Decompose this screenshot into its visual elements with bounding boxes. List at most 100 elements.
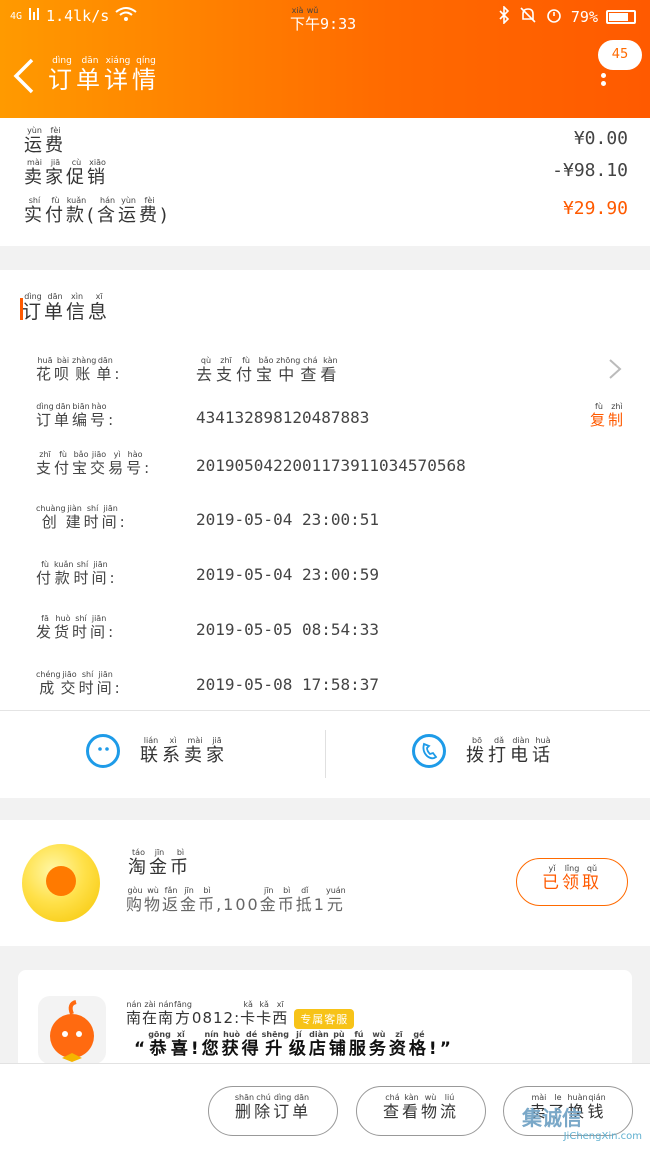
ruby-char: 打dǎ (488, 735, 510, 766)
app-header: 4G 1.4lk/s 下xià午wǔ9:33 79% 订dìng单dān详xiá… (0, 0, 650, 118)
ruby-char: 订dìng (36, 402, 55, 429)
ruby-char: 除chú (254, 1093, 274, 1121)
ruby-char: 信xìn (66, 292, 89, 323)
phone-icon (412, 734, 446, 768)
ruby-char: : (144, 459, 153, 477)
battery-icon (606, 10, 636, 24)
more-menu-icon[interactable] (601, 70, 611, 89)
ruby-char: 恭gōng (148, 1030, 171, 1059)
shop-message: “恭gōng喜xǐ!您nín获huò得dé升shēng级jí店diàn铺pù服f… (134, 1030, 454, 1059)
ruby-char: 南nán (126, 1000, 143, 1027)
claimed-button[interactable]: 已yǐ领lǐng取qǔ (516, 858, 628, 906)
ruby-char: 息xī (88, 292, 111, 323)
ruby-char: 卡kǎ (240, 1000, 257, 1027)
chevron-right-icon[interactable] (608, 358, 622, 380)
ruby-char: 资zī (388, 1030, 409, 1059)
ruby-char: 下xià (290, 6, 306, 33)
ruby-char: 电diàn (510, 735, 532, 766)
contact-seller-label: 联lián系xì卖mài家jiā (140, 736, 228, 767)
ruby-char: 淘táo (128, 848, 149, 878)
chevron-left-icon (13, 58, 34, 94)
ruby-char: 单dān (44, 292, 67, 323)
ruby-char: 元yuán (325, 886, 346, 914)
ruby-char: 间jiān (96, 670, 115, 697)
exclusive-service-tag: 专属客服 (294, 1008, 355, 1029)
huabei-bill-label: 花huā呗bài账zhàng单dān: (36, 356, 122, 384)
seller-promo-value: -¥98.10 (552, 160, 628, 181)
ruby-char: 款kuǎn (66, 196, 87, 226)
ruby-char: 服fú (348, 1030, 369, 1059)
status-time: 下xià午wǔ9:33 (290, 6, 357, 33)
shop-avatar (38, 996, 106, 1064)
ruby-char: 单dān (292, 1093, 312, 1121)
shipped-time-label: 发fā货huò时shí间jiān: (36, 614, 116, 642)
ruby-char: 款kuǎn (54, 560, 74, 587)
ruby-char: 购gòu (126, 886, 145, 914)
contact-seller-button[interactable]: 联lián系xì卖mài家jiā (86, 734, 228, 768)
ruby-char: 西xī (272, 1000, 289, 1027)
ruby-char: ” (439, 1039, 454, 1059)
ruby-char: 流liú (440, 1093, 460, 1121)
ruby-char: 订dìng (48, 56, 76, 94)
ruby-char: 级jí (288, 1030, 309, 1059)
ruby-char: 花huā (36, 356, 55, 383)
ruby-char: ( (87, 205, 98, 226)
message-count-badge[interactable]: 45 (598, 40, 642, 70)
ruby-char: 喜xǐ (170, 1030, 191, 1059)
ruby-char: : (119, 513, 128, 531)
ruby-char: 查chá (300, 356, 321, 384)
call-phone-label: 拨bō打dǎ电diàn话huà (466, 736, 554, 767)
delete-order-button[interactable]: 删shān除chú订dìng单dān (208, 1086, 338, 1136)
ruby-char: 物wù (421, 1093, 441, 1121)
ruby-char: 金jīn (180, 886, 199, 914)
seller-promo-label: 卖mài家jiā促cù销xiāo (24, 158, 108, 189)
signal-icon (28, 6, 40, 26)
net-speed: 1.4lk/s (46, 7, 110, 25)
ruby-char: 单dān (96, 356, 115, 383)
ruby-char: 间jiān (101, 504, 120, 531)
view-logistics-button[interactable]: 查chá看kàn物wù流liú (356, 1086, 486, 1136)
copy-order-number-button[interactable]: 复fù制zhì (590, 402, 626, 430)
ruby-char: 抵dǐ (295, 886, 314, 914)
ruby-char: 交jiāo (60, 670, 79, 697)
ruby-char: 支zhī (216, 356, 237, 384)
battery-percent: 79% (570, 8, 598, 26)
ruby-char: 卡kǎ (256, 1000, 273, 1027)
page-title: 订dìng单dān详xiáng情qíng (48, 56, 160, 95)
ruby-char: 升shēng (261, 1030, 289, 1059)
ruby-char: 获huò (221, 1030, 242, 1059)
ruby-char: 领lǐng (562, 864, 582, 893)
status-bar: 4G 1.4lk/s 下xià午wǔ9:33 79% (0, 4, 650, 33)
call-phone-button[interactable]: 拨bō打dǎ电diàn话huà (412, 734, 554, 768)
alipay-trade-value: 2019050422001173911034570568 (196, 456, 466, 475)
ruby-char: 支zhī (36, 450, 55, 477)
ruby-char: 金jīn (259, 886, 278, 914)
ruby-char: 号hào (90, 402, 109, 429)
ruby-char: 账zhàng (72, 356, 97, 383)
shop-name: 南nán在zài南nán方fāng0812:卡kǎ卡kǎ西xī专属客服 (126, 1000, 355, 1029)
ruby-char: ! (190, 1039, 202, 1059)
ruby-char: 店diàn (308, 1030, 329, 1059)
divider (325, 730, 326, 778)
ruby-char: 话huà (532, 735, 554, 766)
ruby-char: 促cù (66, 158, 87, 188)
order-info-card: 订dìng单dān信xìn息xī 花huā呗bài账zhàng单dān: 去qù… (0, 270, 650, 798)
ruby-char: 铺pù (328, 1030, 349, 1059)
ruby-char: 时shí (78, 670, 97, 697)
ruby-char: 交jiāo (90, 450, 109, 477)
back-button[interactable] (10, 56, 40, 96)
ruby-char: 付fù (236, 356, 257, 384)
ruby-char: 复fù (589, 402, 608, 429)
ruby-char: 建jiàn (65, 504, 84, 531)
ruby-char: 成chéng (36, 670, 61, 697)
ruby-char: 销xiāo (87, 158, 108, 188)
view-in-alipay-link[interactable]: 去qù支zhī付fù宝bǎo中zhōng查chá看kàn (196, 356, 340, 385)
mute-bell-icon (519, 6, 537, 28)
ruby-char: 发fā (36, 614, 55, 641)
ruby-char: 中zhōng (276, 356, 301, 384)
created-time-value: 2019-05-04 23:00:51 (196, 510, 380, 529)
ruby-char: 返fǎn (162, 886, 181, 914)
ruby-char: 运yùn (118, 196, 140, 226)
ruby-char: 情qíng (132, 56, 160, 94)
completed-time-value: 2019-05-08 17:58:37 (196, 675, 380, 694)
